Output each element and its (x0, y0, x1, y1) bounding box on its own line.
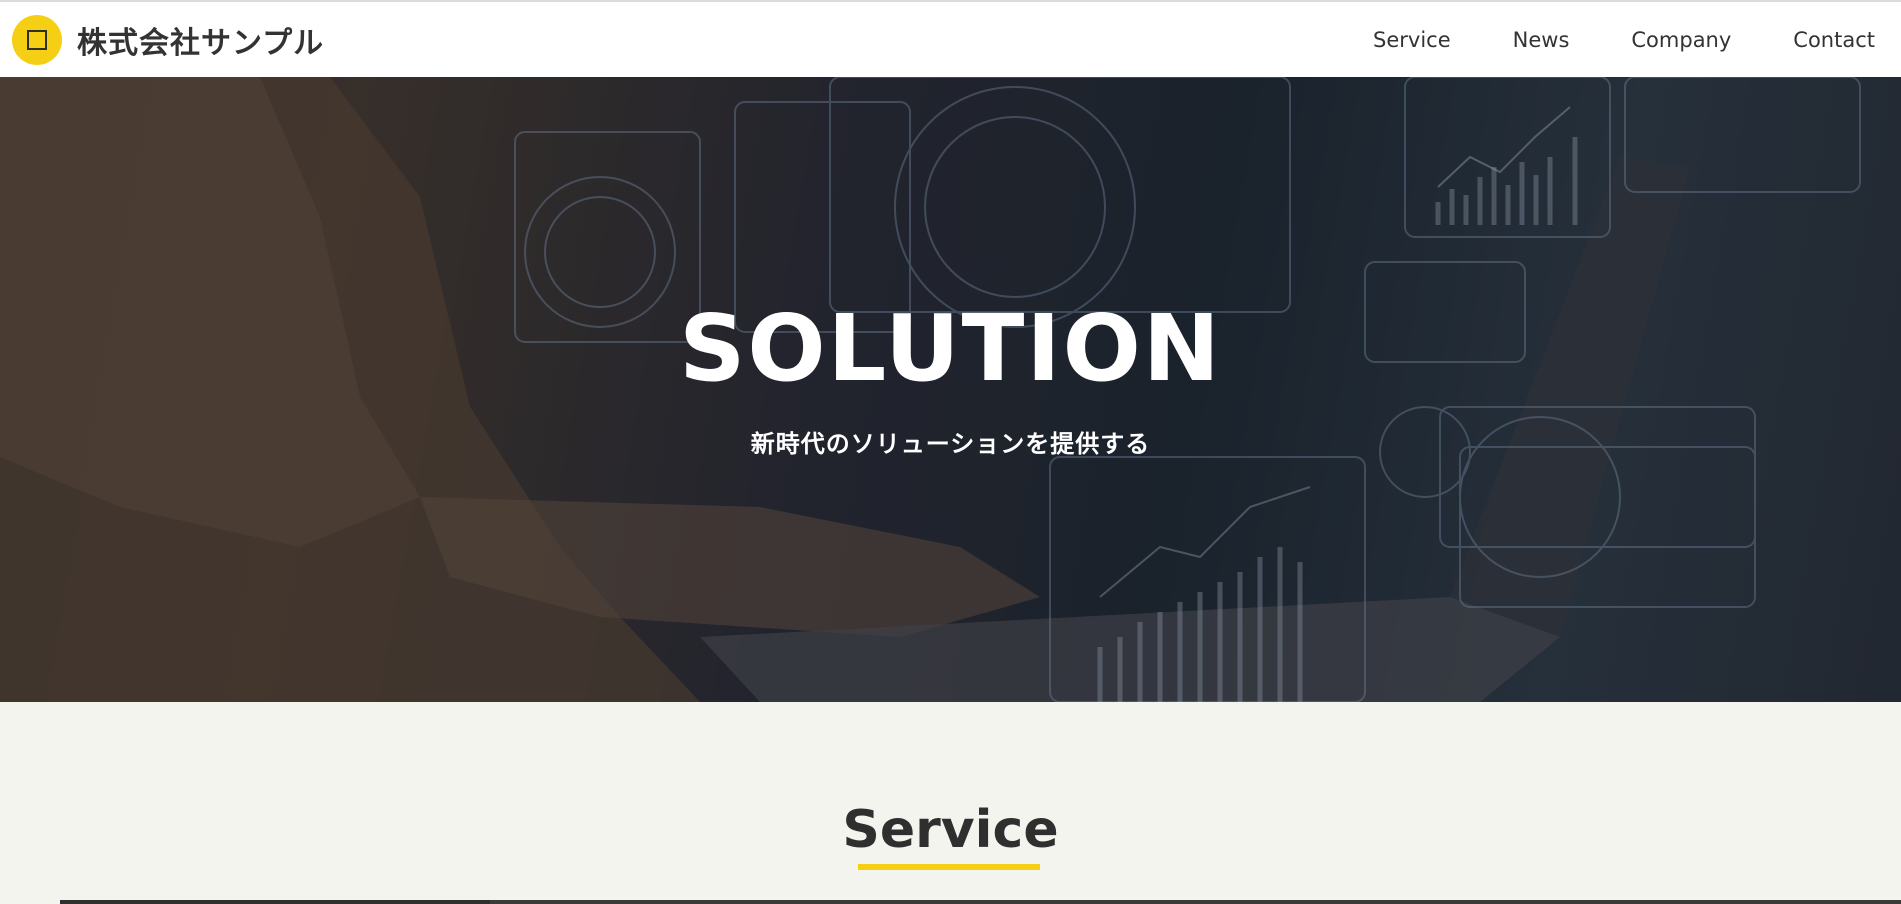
nav-link-contact[interactable]: Contact (1793, 28, 1875, 52)
title-underline (858, 864, 1040, 870)
service-section: Service (0, 702, 1901, 904)
main-nav: Service News Company Contact (1311, 28, 1875, 52)
company-name: 株式会社サンプル (77, 25, 325, 61)
service-section-title: Service (842, 800, 1059, 860)
nav-link-service[interactable]: Service (1373, 28, 1451, 52)
hero-section: SOLUTION 新時代のソリューションを提供する (0, 77, 1901, 702)
nav-link-company[interactable]: Company (1631, 28, 1731, 52)
card-edge-strip (0, 900, 1901, 904)
logo-mark (12, 14, 62, 65)
hero-content: SOLUTION 新時代のソリューションを提供する (0, 77, 1901, 702)
card-edge-right (490, 900, 1901, 904)
card-edge-left (60, 900, 490, 904)
hero-title: SOLUTION (679, 295, 1222, 402)
brand-logo-link[interactable]: 株式会社サンプル (12, 14, 325, 65)
square-icon (27, 29, 47, 50)
nav-link-news[interactable]: News (1513, 28, 1570, 52)
hero-subtitle: 新時代のソリューションを提供する (750, 430, 1151, 458)
site-header: 株式会社サンプル Service News Company Contact (0, 2, 1901, 77)
